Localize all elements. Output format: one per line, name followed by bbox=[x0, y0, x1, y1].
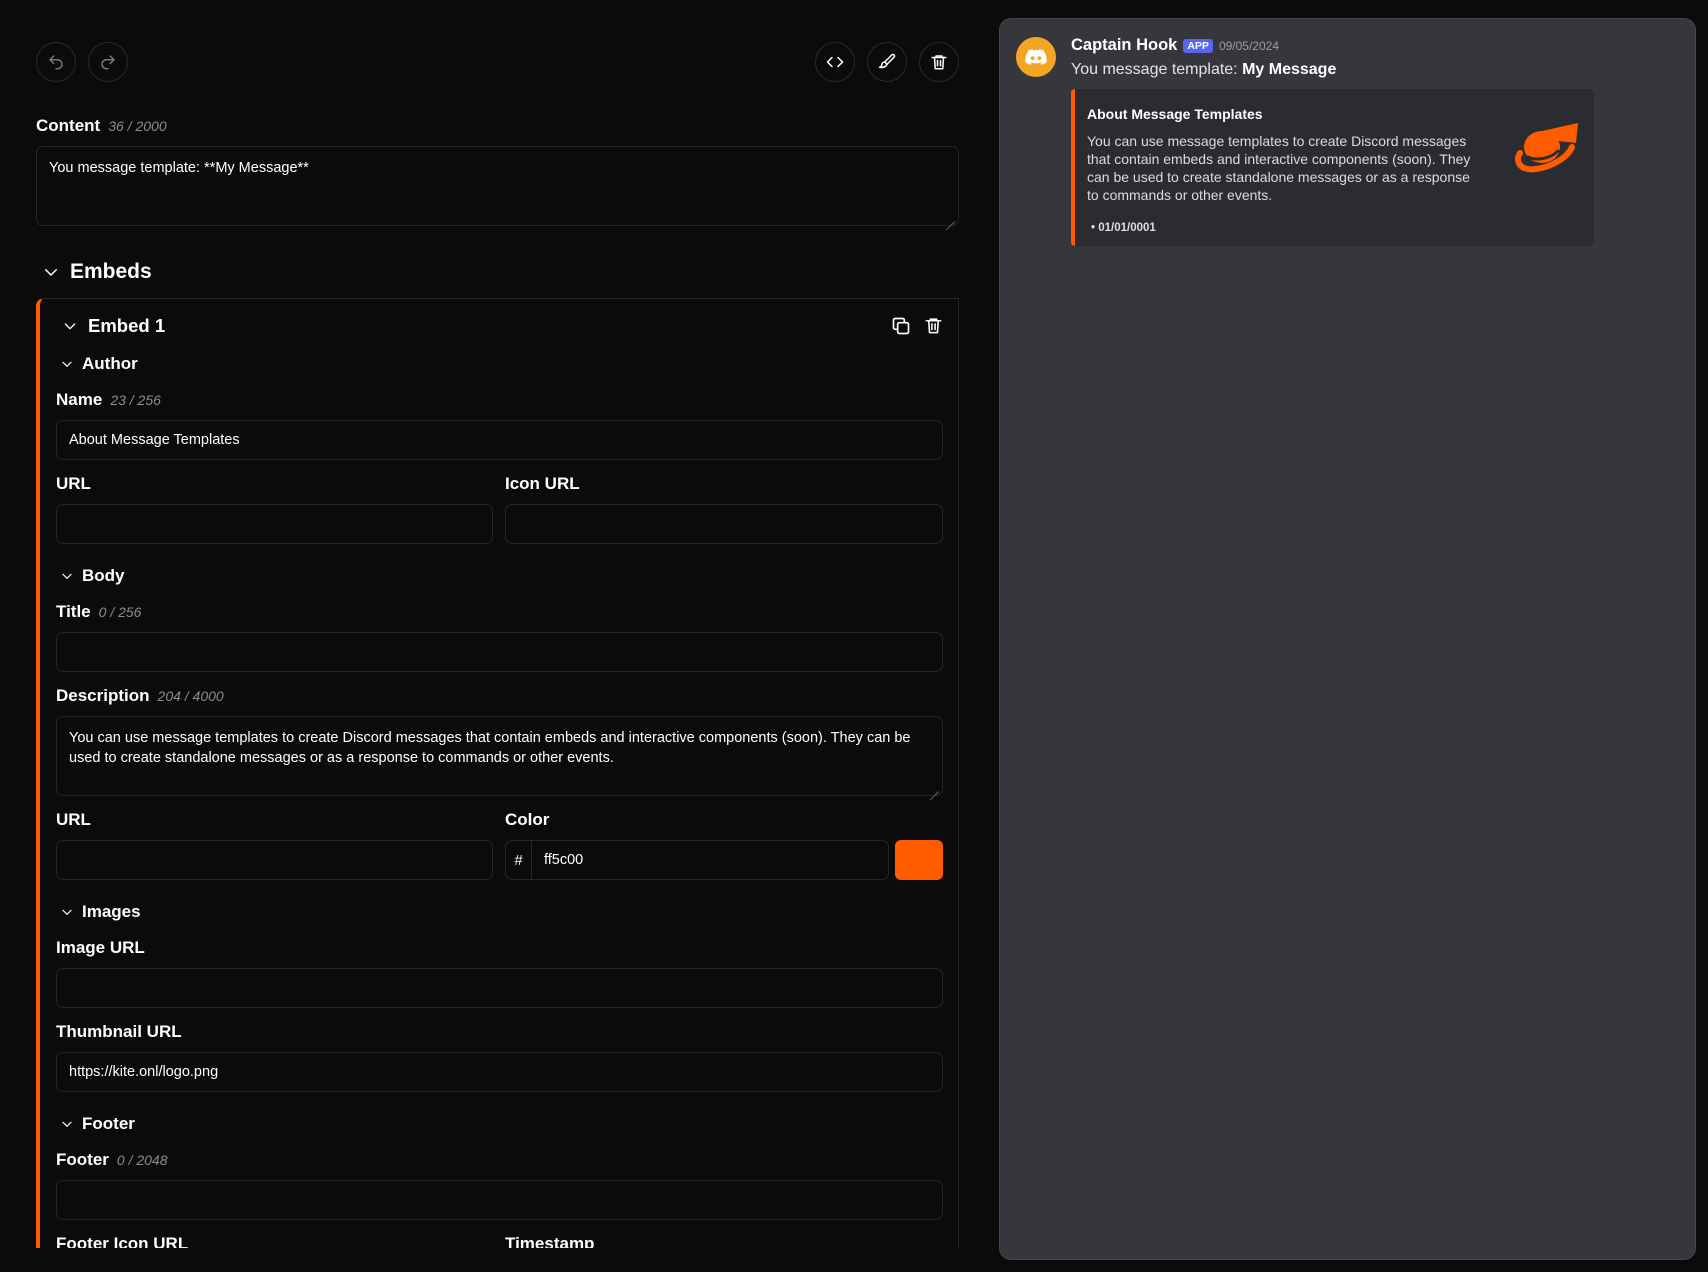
embeds-toggle[interactable]: Embeds bbox=[42, 260, 152, 284]
resize-handle-icon[interactable] bbox=[929, 782, 939, 792]
content-label-row: Content 36 / 2000 bbox=[36, 116, 167, 136]
embed-author: About Message Templates bbox=[1087, 106, 1263, 122]
images-toggle[interactable]: Images bbox=[60, 902, 141, 922]
chevron-down-icon bbox=[62, 573, 72, 579]
embed-1-toggle[interactable]: Embed 1 bbox=[62, 315, 165, 337]
content-count: 36 / 2000 bbox=[108, 118, 167, 134]
color-hash-prefix: # bbox=[505, 840, 532, 880]
message-header: Captain Hook APP 09/05/2024 bbox=[1071, 36, 1279, 55]
message-timestamp: 09/05/2024 bbox=[1218, 38, 1279, 53]
chevron-down-icon bbox=[62, 909, 72, 915]
redo-icon bbox=[101, 55, 115, 70]
timestamp-label: Timestamp bbox=[505, 1234, 595, 1248]
body-section-label: Body bbox=[82, 566, 125, 585]
title-label-row: Title 0 / 256 bbox=[56, 602, 141, 622]
username[interactable]: Captain Hook bbox=[1071, 36, 1177, 55]
trash-icon bbox=[931, 55, 947, 70]
author-url-label-row: URL bbox=[56, 474, 91, 494]
color-swatch[interactable] bbox=[895, 840, 943, 880]
title-label: Title bbox=[56, 602, 91, 621]
author-name-input[interactable]: About Message Templates bbox=[56, 420, 943, 460]
image-url-label-row: Image URL bbox=[56, 938, 145, 958]
description-count: 204 / 4000 bbox=[157, 688, 224, 704]
kite-logo-icon[interactable] bbox=[1506, 117, 1580, 175]
image-url-input[interactable] bbox=[56, 968, 943, 1008]
description-label-row: Description 204 / 4000 bbox=[56, 686, 224, 706]
discord-logo-icon bbox=[1025, 49, 1047, 65]
avatar bbox=[1016, 37, 1056, 77]
embed-card: Embed 1 Author Name 23 / 256 About Messa… bbox=[36, 298, 959, 1248]
description-label: Description bbox=[56, 686, 150, 705]
images-section-label: Images bbox=[82, 902, 141, 921]
thumbnail-url-label-row: Thumbnail URL bbox=[56, 1022, 182, 1042]
duplicate-icon[interactable] bbox=[891, 316, 911, 336]
chevron-down-icon bbox=[45, 269, 57, 276]
message-content: You message template: My Message bbox=[1071, 61, 1336, 79]
title-count: 0 / 256 bbox=[98, 604, 142, 620]
embed-description: You can use message templates to create … bbox=[1087, 133, 1471, 203]
color-value: ff5c00 bbox=[544, 852, 584, 868]
content-label: Content bbox=[36, 116, 101, 135]
thumbnail-url-value: https://kite.onl/logo.png bbox=[69, 1064, 219, 1080]
content-textarea[interactable]: You message template: **My Message** bbox=[36, 146, 959, 226]
body-url-label: URL bbox=[56, 810, 91, 829]
author-icon-url-label: Icon URL bbox=[505, 474, 580, 493]
app-badge: APP bbox=[1183, 38, 1213, 53]
message-bold: My Message bbox=[1242, 61, 1337, 78]
undo-button[interactable] bbox=[36, 42, 76, 82]
chevron-down-icon bbox=[62, 1121, 72, 1127]
undo-icon bbox=[49, 55, 63, 70]
author-name-label-row: Name 23 / 256 bbox=[56, 390, 161, 410]
footer-count: 0 / 2048 bbox=[116, 1152, 168, 1168]
embed-preview: About Message Templates You can use mess… bbox=[1071, 89, 1594, 246]
code-button[interactable] bbox=[815, 42, 855, 82]
thumbnail-url-input[interactable]: https://kite.onl/logo.png bbox=[56, 1052, 943, 1092]
timestamp-label-row: Timestamp bbox=[505, 1234, 594, 1248]
footer-section-label: Footer bbox=[82, 1114, 135, 1133]
footer-input[interactable] bbox=[56, 1180, 943, 1220]
footer-label: Footer bbox=[56, 1150, 109, 1169]
author-section-label: Author bbox=[82, 354, 138, 373]
body-toggle[interactable]: Body bbox=[60, 566, 125, 586]
style-button[interactable] bbox=[867, 42, 907, 82]
footer-toggle[interactable]: Footer bbox=[60, 1114, 135, 1134]
footer-label-row: Footer 0 / 2048 bbox=[56, 1150, 168, 1170]
author-toggle[interactable]: Author bbox=[60, 354, 138, 374]
redo-button[interactable] bbox=[88, 42, 128, 82]
chevron-down-icon bbox=[64, 323, 76, 330]
title-input[interactable] bbox=[56, 632, 943, 672]
thumbnail-url-label: Thumbnail URL bbox=[56, 1022, 182, 1041]
author-name-label: Name bbox=[56, 390, 103, 409]
footer-icon-url-label-row: Footer Icon URL bbox=[56, 1234, 188, 1248]
message-editor: Content 36 / 2000 You message template: … bbox=[36, 0, 959, 1248]
color-label-row: Color bbox=[505, 810, 549, 830]
delete-button[interactable] bbox=[919, 42, 959, 82]
code-icon bbox=[826, 56, 844, 68]
content-value: You message template: **My Message** bbox=[49, 160, 309, 176]
author-icon-url-label-row: Icon URL bbox=[505, 474, 580, 494]
color-label: Color bbox=[505, 810, 550, 829]
chevron-down-icon bbox=[62, 361, 72, 367]
message-preview: Captain Hook APP 09/05/2024 You message … bbox=[999, 18, 1696, 1260]
body-url-input[interactable] bbox=[56, 840, 493, 880]
author-name-count: 23 / 256 bbox=[110, 392, 161, 408]
embeds-label: Embeds bbox=[70, 260, 152, 283]
author-name-value: About Message Templates bbox=[69, 432, 240, 448]
color-input[interactable]: ff5c00 bbox=[531, 840, 889, 880]
resize-handle-icon[interactable] bbox=[945, 212, 955, 222]
paintbrush-icon bbox=[878, 53, 896, 69]
author-url-input[interactable] bbox=[56, 504, 493, 544]
image-url-label: Image URL bbox=[56, 938, 145, 957]
description-textarea[interactable]: You can use message templates to create … bbox=[56, 716, 943, 796]
message-prefix: You message template: bbox=[1071, 61, 1243, 78]
author-icon-url-input[interactable] bbox=[505, 504, 943, 544]
description-value: You can use message templates to create … bbox=[69, 730, 911, 766]
footer-icon-url-label: Footer Icon URL bbox=[56, 1234, 189, 1248]
body-url-label-row: URL bbox=[56, 810, 91, 830]
trash-icon[interactable] bbox=[924, 316, 943, 335]
embed-1-label: Embed 1 bbox=[88, 315, 166, 336]
author-url-label: URL bbox=[56, 474, 91, 493]
embed-footer: • 01/01/0001 bbox=[1091, 222, 1156, 234]
